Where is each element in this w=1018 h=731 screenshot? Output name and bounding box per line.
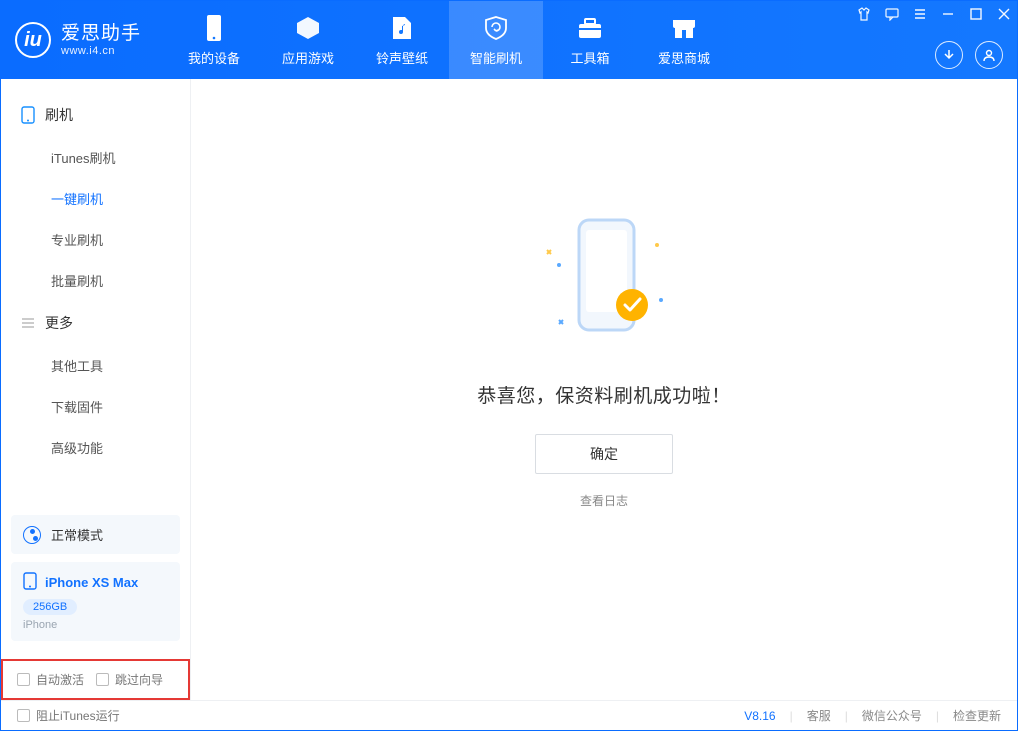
checkbox-icon <box>17 709 30 722</box>
storage-badge: 256GB <box>23 599 77 615</box>
sidebar-group-flash: 刷机 <box>1 93 190 137</box>
tab-toolbox[interactable]: 工具箱 <box>543 1 637 79</box>
body: 刷机 iTunes刷机 一键刷机 专业刷机 批量刷机 更多 其他工具 下载固件 … <box>1 79 1017 700</box>
mode-icon <box>23 526 41 544</box>
version-label: V8.16 <box>744 709 775 723</box>
device-icon <box>23 572 37 593</box>
header-right-icons <box>935 41 1003 69</box>
group-label: 更多 <box>45 313 73 333</box>
device-name: iPhone XS Max <box>45 575 138 590</box>
store-icon <box>670 14 698 42</box>
tab-label: 智能刷机 <box>470 48 522 67</box>
feedback-icon[interactable] <box>885 7 899 24</box>
cube-icon <box>294 14 322 42</box>
menu-icon[interactable] <box>913 7 927 24</box>
logo: iu 爱思助手 www.i4.cn <box>1 1 161 79</box>
main-tabs: 我的设备 应用游戏 铃声壁纸 智能刷机 工具箱 爱思商城 <box>167 1 731 79</box>
logo-icon: iu <box>15 22 51 58</box>
option-row-highlighted: 自动激活 跳过向导 <box>1 659 190 700</box>
wechat-link[interactable]: 微信公众号 <box>862 707 922 724</box>
sidebar-item-advanced[interactable]: 高级功能 <box>1 427 190 468</box>
tshirt-icon[interactable] <box>857 7 871 24</box>
success-illustration <box>529 210 679 353</box>
app-url: www.i4.cn <box>61 45 141 58</box>
device-cards: 正常模式 iPhone XS Max 256GB iPhone <box>1 515 190 659</box>
tab-label: 应用游戏 <box>282 48 334 67</box>
list-icon <box>21 316 35 330</box>
view-log-link[interactable]: 查看日志 <box>580 492 628 509</box>
group-label: 刷机 <box>45 105 73 125</box>
checkbox-auto-activate[interactable]: 自动激活 <box>17 671 84 688</box>
minimize-button[interactable] <box>941 7 955 24</box>
window-controls <box>857 7 1011 24</box>
checkbox-block-itunes[interactable]: 阻止iTunes运行 <box>17 707 120 724</box>
download-icon[interactable] <box>935 41 963 69</box>
sidebar-item-one-click-flash[interactable]: 一键刷机 <box>1 178 190 219</box>
tab-apps-games[interactable]: 应用游戏 <box>261 1 355 79</box>
ok-button[interactable]: 确定 <box>535 434 673 474</box>
checkbox-icon <box>17 673 30 686</box>
phone-icon <box>200 14 228 42</box>
main-content: 恭喜您，保资料刷机成功啦！ 确定 查看日志 <box>191 79 1017 700</box>
checkbox-label: 自动激活 <box>36 671 84 688</box>
sidebar-item-itunes-flash[interactable]: iTunes刷机 <box>1 137 190 178</box>
title-bar: iu 爱思助手 www.i4.cn 我的设备 应用游戏 铃声壁纸 智能刷机 工具… <box>1 1 1017 79</box>
sidebar-item-other-tools[interactable]: 其他工具 <box>1 345 190 386</box>
tab-smart-flash[interactable]: 智能刷机 <box>449 1 543 79</box>
success-message: 恭喜您，保资料刷机成功啦！ <box>477 381 731 408</box>
sidebar: 刷机 iTunes刷机 一键刷机 专业刷机 批量刷机 更多 其他工具 下载固件 … <box>1 79 191 700</box>
refresh-shield-icon <box>482 14 510 42</box>
sidebar-item-download-firmware[interactable]: 下载固件 <box>1 386 190 427</box>
app-title: 爱思助手 <box>61 23 141 45</box>
device-card[interactable]: iPhone XS Max 256GB iPhone <box>11 562 180 641</box>
tab-label: 我的设备 <box>188 48 240 67</box>
checkbox-icon <box>96 673 109 686</box>
user-icon[interactable] <box>975 41 1003 69</box>
mode-label: 正常模式 <box>51 525 103 544</box>
maximize-button[interactable] <box>969 7 983 24</box>
sidebar-item-pro-flash[interactable]: 专业刷机 <box>1 219 190 260</box>
sidebar-group-more: 更多 <box>1 301 190 345</box>
status-bar: 阻止iTunes运行 V8.16 | 客服 | 微信公众号 | 检查更新 <box>1 700 1017 730</box>
toolbox-icon <box>576 14 604 42</box>
checkbox-skip-guide[interactable]: 跳过向导 <box>96 671 163 688</box>
checkbox-label: 跳过向导 <box>115 671 163 688</box>
tab-label: 爱思商城 <box>658 48 710 67</box>
sidebar-item-batch-flash[interactable]: 批量刷机 <box>1 260 190 301</box>
tab-ringtones[interactable]: 铃声壁纸 <box>355 1 449 79</box>
customer-service-link[interactable]: 客服 <box>807 707 831 724</box>
checkbox-label: 阻止iTunes运行 <box>36 707 120 724</box>
tab-label: 工具箱 <box>571 48 610 67</box>
tab-my-device[interactable]: 我的设备 <box>167 1 261 79</box>
device-type: iPhone <box>23 619 168 631</box>
music-file-icon <box>388 14 416 42</box>
phone-outline-icon <box>21 106 35 124</box>
check-update-link[interactable]: 检查更新 <box>953 707 1001 724</box>
mode-card[interactable]: 正常模式 <box>11 515 180 554</box>
tab-store[interactable]: 爱思商城 <box>637 1 731 79</box>
tab-label: 铃声壁纸 <box>376 48 428 67</box>
close-button[interactable] <box>997 7 1011 24</box>
